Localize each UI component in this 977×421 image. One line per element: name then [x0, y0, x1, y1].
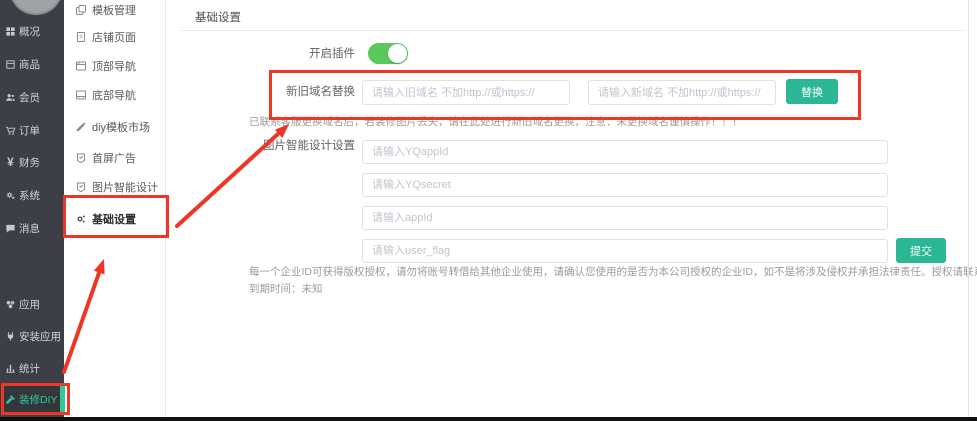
apps-icon — [5, 299, 16, 310]
expire-time: 到期时间：未知 — [249, 281, 323, 296]
submenu-item-shop-page[interactable]: 店铺页面 — [64, 27, 166, 47]
submenu-item-label: 基础设置 — [92, 211, 136, 227]
active-item-indicator — [60, 386, 65, 413]
appid-input[interactable] — [362, 206, 888, 230]
submenu-item-label: diy模板市场 — [92, 119, 150, 135]
page-icon — [75, 31, 87, 43]
toggle-knob — [388, 44, 407, 63]
image-design-label: 图片智能设计设置 — [235, 137, 355, 153]
submenu-item-label: 店铺页面 — [92, 29, 136, 45]
sidebar-item-label: 订单 — [19, 123, 40, 138]
sidebar-item-message[interactable]: 消息 — [0, 217, 64, 239]
avatar[interactable] — [9, 0, 63, 15]
sidebar-item-label: 财务 — [19, 155, 40, 170]
page-title: 基础设置 — [195, 9, 241, 25]
yqappid-input[interactable] — [362, 140, 888, 164]
gears-icon — [5, 190, 16, 201]
enable-plugin-label: 开启插件 — [235, 45, 355, 61]
submenu-item-label: 首屏广告 — [92, 150, 136, 166]
window-bottom-edge — [0, 417, 977, 421]
shield-check-icon — [75, 181, 87, 193]
pen-icon — [75, 121, 87, 133]
dashboard-icon — [5, 26, 16, 37]
hammer-icon — [5, 394, 16, 405]
users-icon — [5, 92, 16, 103]
sidebar-item-label: 装修DIY — [19, 392, 58, 407]
submenu-item-diy-market[interactable]: diy模板市场 — [64, 117, 166, 137]
top-nav-icon — [75, 60, 87, 72]
replace-button[interactable]: 替换 — [786, 79, 838, 104]
main-sidebar: 概况 商品 会员 订单 ¥ 财务 系统 消息 应用 安装应用 统计 装修DIY — [0, 0, 64, 417]
submenu-item-label: 模板管理 — [92, 2, 136, 18]
new-domain-input[interactable] — [588, 80, 776, 105]
sidebar-item-goods[interactable]: 商品 — [0, 53, 64, 75]
sidebar-item-diy[interactable]: 装修DIY — [0, 385, 64, 414]
sidebar-item-system[interactable]: 系统 — [0, 184, 64, 206]
submenu-item-basic-settings[interactable]: 基础设置 — [64, 209, 166, 229]
enable-plugin-toggle[interactable] — [368, 43, 408, 64]
plug-icon — [5, 331, 16, 342]
old-domain-input[interactable] — [362, 80, 570, 105]
shield-check-icon — [75, 152, 87, 164]
submenu-item-image-smart-design[interactable]: 图片智能设计 — [64, 177, 166, 197]
sidebar-item-label: 应用 — [19, 297, 40, 312]
sidebar-item-label: 系统 — [19, 188, 40, 203]
sidebar-item-label: 消息 — [19, 221, 40, 236]
box-icon — [5, 59, 16, 70]
sidebar-item-finance[interactable]: ¥ 财务 — [0, 151, 64, 173]
chat-icon — [5, 223, 16, 234]
sidebar-item-label: 概况 — [19, 24, 40, 39]
sidebar-item-label: 会员 — [19, 90, 40, 105]
gears-icon — [75, 213, 87, 225]
submenu-item-label: 图片智能设计 — [92, 179, 158, 195]
submenu-item-top-nav[interactable]: 顶部导航 — [64, 56, 166, 76]
submenu-item-first-screen-ad[interactable]: 首屏广告 — [64, 148, 166, 168]
sidebar-item-overview[interactable]: 概况 — [0, 20, 64, 42]
sidebar-item-stats[interactable]: 统计 — [0, 357, 64, 379]
cart-icon — [5, 125, 16, 136]
bar-chart-icon — [5, 363, 16, 374]
bottom-nav-icon — [75, 89, 87, 101]
submit-button[interactable]: 提交 — [896, 238, 946, 263]
submenu-item-template-manage[interactable]: 模板管理 — [64, 0, 166, 20]
domain-replace-note: 已联系客服更换域名后，若装修图片丢失，请在此处进行新旧域名更换，注意：未更换域名… — [249, 114, 743, 129]
decorate-submenu: 模板管理 店铺页面 顶部导航 底部导航 diy模板市场 首屏广告 图片智能设计 … — [64, 0, 166, 417]
yen-icon: ¥ — [5, 155, 16, 169]
yqsecret-input[interactable] — [362, 173, 888, 197]
license-note: 每一个企业ID可获得版权授权，请勿将账号转借给其他企业使用，请确认您使用的是否为… — [249, 264, 977, 279]
sidebar-item-label: 商品 — [19, 57, 40, 72]
sidebar-item-label: 统计 — [19, 361, 40, 376]
sidebar-item-orders[interactable]: 订单 — [0, 119, 64, 141]
domain-replace-label: 新旧域名替换 — [235, 83, 355, 99]
sidebar-item-apps[interactable]: 应用 — [0, 293, 64, 315]
submenu-item-label: 顶部导航 — [92, 58, 136, 74]
sidebar-item-install-apps[interactable]: 安装应用 — [0, 325, 64, 347]
userflag-input[interactable] — [362, 239, 888, 263]
submenu-item-bottom-nav[interactable]: 底部导航 — [64, 85, 166, 105]
copy-icon — [75, 4, 87, 16]
sidebar-item-members[interactable]: 会员 — [0, 86, 64, 108]
window-right-edge — [968, 0, 969, 417]
sidebar-item-label: 安装应用 — [19, 329, 61, 344]
submenu-item-label: 底部导航 — [92, 87, 136, 103]
divider — [181, 30, 965, 31]
